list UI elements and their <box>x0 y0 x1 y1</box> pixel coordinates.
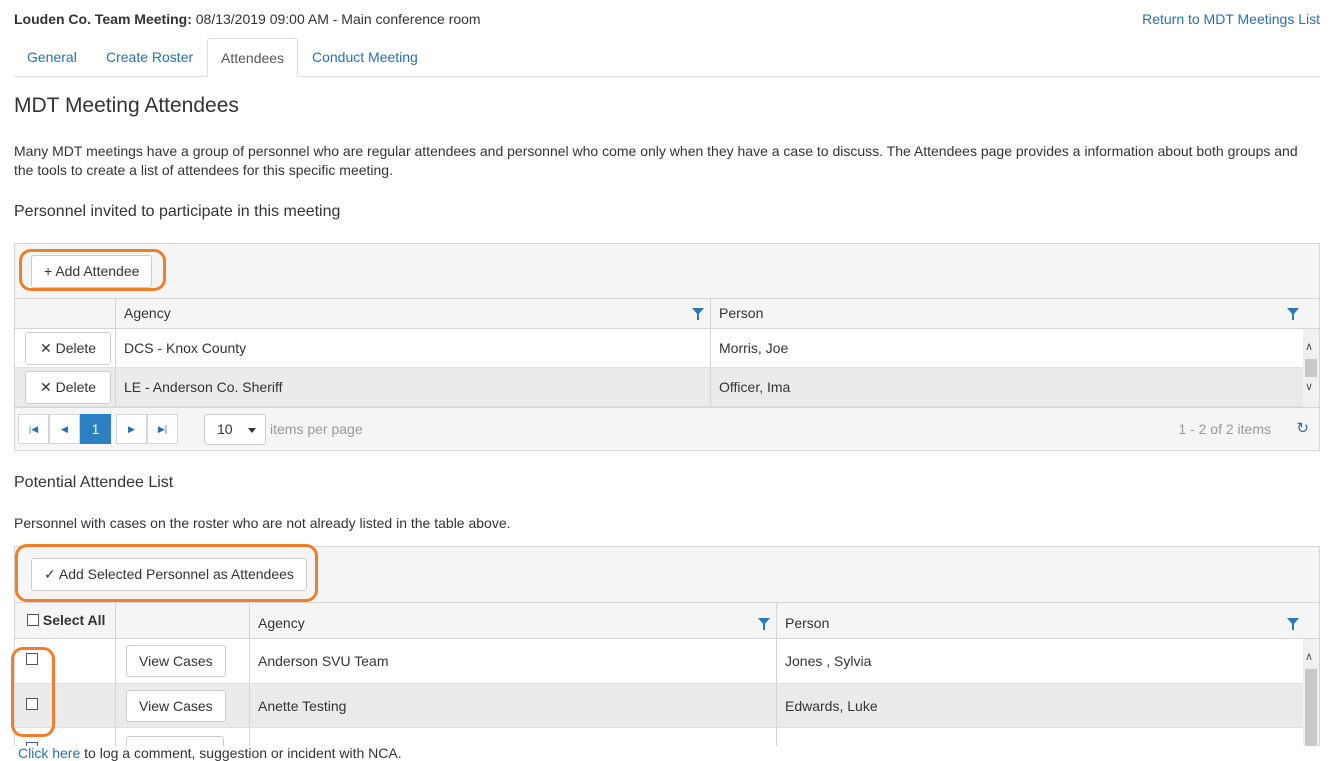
table-row: ✕ Delete LE - Anderson Co. Sheriff Offic… <box>15 368 1319 407</box>
select-all-label: Select All <box>42 612 106 628</box>
header-actions-column <box>115 603 249 639</box>
scroll-thumb[interactable] <box>1305 359 1317 377</box>
last-page-icon[interactable]: ▶| <box>147 414 178 444</box>
check-icon: ✓ <box>44 566 56 582</box>
person-header-label: Person <box>785 615 830 631</box>
filter-icon[interactable] <box>692 308 704 320</box>
potential-toolbar: ✓ Add Selected Personnel as Attendees <box>15 547 1319 603</box>
person-cell <box>776 728 1305 746</box>
scroll-thumb[interactable] <box>1305 669 1317 746</box>
header-person[interactable]: Person <box>710 299 1305 329</box>
row-select-cell <box>15 684 115 727</box>
row-actions-cell: View Cases <box>115 639 249 683</box>
row-actions-cell: ✕ Delete <box>15 368 115 406</box>
click-here-link[interactable]: Click here <box>18 745 80 761</box>
header-actions-column <box>15 299 115 329</box>
delete-button[interactable]: ✕ Delete <box>25 371 112 404</box>
invited-toolbar: + Add Attendee <box>15 244 1319 299</box>
close-icon: ✕ <box>40 340 52 356</box>
pager-summary: 1 - 2 of 2 items <box>1178 421 1271 437</box>
filter-icon[interactable] <box>1287 618 1299 630</box>
next-page-icon[interactable]: ▶ <box>116 414 147 444</box>
potential-section-title: Potential Attendee List <box>14 474 174 491</box>
person-header-label: Person <box>719 305 764 321</box>
agency-cell: DCS - Knox County <box>115 329 710 367</box>
prev-page-icon[interactable]: ◀ <box>49 414 80 444</box>
header-agency[interactable]: Agency <box>115 299 710 329</box>
tab-bar: General Create Roster Attendees Conduct … <box>14 38 1320 77</box>
delete-label: Delete <box>55 340 97 356</box>
potential-section-subtitle: Personnel with cases on the roster who a… <box>14 515 511 531</box>
plus-icon: + <box>44 263 53 279</box>
row-checkbox[interactable] <box>26 698 38 710</box>
table-row: View Cases Anette Testing Edwards, Luke <box>15 684 1319 728</box>
meeting-name: Louden Co. Team Meeting: <box>14 11 192 27</box>
add-attendee-button[interactable]: + Add Attendee <box>31 255 153 288</box>
person-cell: Jones , Sylvia <box>776 639 1305 683</box>
row-checkbox[interactable] <box>26 653 38 665</box>
add-selected-label: Add Selected Personnel as Attendees <box>58 566 294 582</box>
person-cell: Officer, Ima <box>710 368 1305 406</box>
tab-conduct-meeting[interactable]: Conduct Meeting <box>299 38 431 77</box>
invited-table-header: Agency Person <box>15 299 1319 329</box>
view-cases-button[interactable]: View Cases <box>126 690 226 722</box>
page-title: MDT Meeting Attendees <box>14 94 239 117</box>
agency-cell: LE - Anderson Co. Sheriff <box>115 368 710 406</box>
page-size-select[interactable]: 10 <box>204 414 266 445</box>
tab-attendees[interactable]: Attendees <box>207 38 299 77</box>
agency-cell <box>249 728 776 746</box>
table-row: ✕ Delete DCS - Knox County Morris, Joe <box>15 329 1319 368</box>
invited-grid: + Add Attendee Agency Person ✕ Delete DC… <box>14 243 1320 451</box>
delete-label: Delete <box>55 379 97 395</box>
page-intro: Many MDT meetings have a group of person… <box>14 143 1298 178</box>
person-cell: Edwards, Luke <box>776 684 1305 727</box>
first-page-icon[interactable]: |◀ <box>18 414 49 444</box>
table-row <box>15 728 1319 746</box>
meeting-details: 08/13/2019 09:00 AM - Main conference ro… <box>191 11 481 27</box>
row-actions-cell: View Cases <box>115 684 249 727</box>
tab-general[interactable]: General <box>14 38 90 77</box>
potential-grid: ✓ Add Selected Personnel as Attendees Se… <box>14 546 1320 746</box>
invited-scrollbar[interactable]: ∧ ∨ <box>1303 329 1319 407</box>
footer-text: to log a comment, suggestion or incident… <box>80 745 402 761</box>
select-all-checkbox[interactable] <box>27 614 39 626</box>
close-icon: ✕ <box>40 379 52 395</box>
invited-pager: |◀ ◀ 1 ▶ ▶| 10 items per page 1 - 2 of 2… <box>15 407 1319 449</box>
page-size-value: 10 <box>217 421 233 437</box>
row-select-cell <box>15 728 115 746</box>
refresh-icon[interactable]: ↻ <box>1296 421 1309 436</box>
items-per-page-label: items per page <box>270 421 363 437</box>
meeting-header: Louden Co. Team Meeting: 08/13/2019 09:0… <box>14 11 481 27</box>
feedback-footer: Click here to log a comment, suggestion … <box>18 745 402 761</box>
select-all-header[interactable]: Select All <box>15 603 115 639</box>
agency-header-label: Agency <box>258 615 305 631</box>
potential-table-header: Select All Agency Person <box>15 603 1319 639</box>
table-row: View Cases Anderson SVU Team Jones , Syl… <box>15 639 1319 684</box>
chevron-down-icon <box>248 428 256 433</box>
scroll-up-icon[interactable]: ∧ <box>1305 651 1313 663</box>
row-actions-cell <box>115 728 249 746</box>
view-cases-button[interactable]: View Cases <box>126 645 226 677</box>
delete-button[interactable]: ✕ Delete <box>25 332 112 365</box>
filter-icon[interactable] <box>1287 308 1299 320</box>
filter-icon[interactable] <box>758 618 770 630</box>
agency-cell: Anette Testing <box>249 684 776 727</box>
scroll-down-icon[interactable]: ∨ <box>1305 381 1313 393</box>
invited-section-title: Personnel invited to participate in this… <box>14 203 341 220</box>
row-actions-cell: ✕ Delete <box>15 329 115 367</box>
person-cell: Morris, Joe <box>710 329 1305 367</box>
add-selected-button[interactable]: ✓ Add Selected Personnel as Attendees <box>31 558 307 591</box>
return-to-meetings-link[interactable]: Return to MDT Meetings List <box>1142 11 1320 27</box>
add-attendee-label: Add Attendee <box>55 263 140 279</box>
scroll-up-icon[interactable]: ∧ <box>1305 341 1313 353</box>
header-agency[interactable]: Agency <box>249 603 776 639</box>
potential-scrollbar[interactable]: ∧ <box>1303 639 1319 746</box>
agency-header-label: Agency <box>124 305 171 321</box>
header-person[interactable]: Person <box>776 603 1305 639</box>
agency-cell: Anderson SVU Team <box>249 639 776 683</box>
page-number-button[interactable]: 1 <box>80 414 111 444</box>
tab-create-roster[interactable]: Create Roster <box>93 38 206 77</box>
row-select-cell <box>15 639 115 683</box>
